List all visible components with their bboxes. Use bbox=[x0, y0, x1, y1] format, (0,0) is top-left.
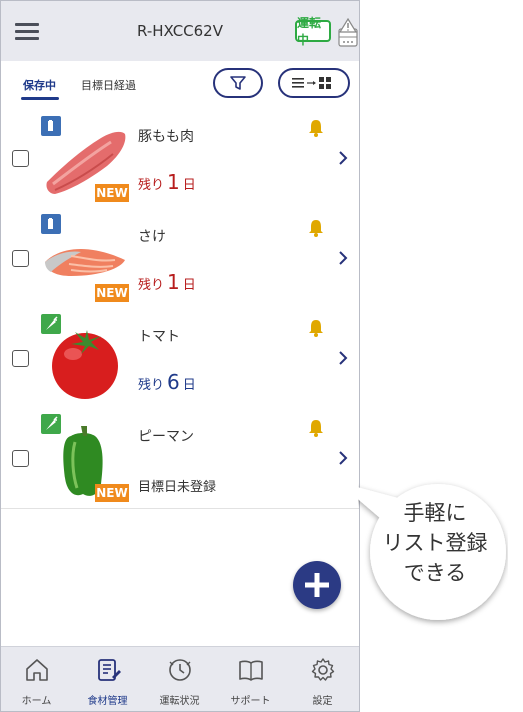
phone-screen: R-HXCC62V 運転中 保存中 目標日経過 NEW 豚もも肉 残り 1 日 … bbox=[0, 0, 360, 712]
remaining-days-number: 1 bbox=[167, 170, 180, 194]
home-icon bbox=[26, 659, 48, 681]
callout-line: 手軽に bbox=[403, 501, 467, 525]
nav-label: 食材管理 bbox=[87, 696, 128, 707]
nav-label: サポート bbox=[230, 696, 271, 707]
plus-icon bbox=[305, 573, 329, 597]
food-list-item[interactable]: NEW ピーマン 目標日未登録 bbox=[1, 408, 359, 509]
item-name: さけ bbox=[138, 229, 166, 245]
clock-icon bbox=[169, 659, 191, 681]
app-header: R-HXCC62V 運転中 bbox=[1, 1, 359, 61]
gear-icon bbox=[311, 658, 335, 681]
bottom-navigation: ホーム 食材管理 運転状況 サポート 設定 bbox=[1, 646, 359, 711]
no-target-date-text: 目標日未登録 bbox=[138, 480, 217, 495]
view-toggle-button[interactable] bbox=[278, 68, 350, 98]
food-list-item[interactable]: NEW 豚もも肉 残り 1 日 bbox=[1, 108, 359, 209]
item-checkbox[interactable] bbox=[12, 150, 29, 167]
item-name: 豚もも肉 bbox=[138, 129, 194, 145]
filter-button[interactable] bbox=[213, 68, 263, 98]
remaining-days: 残り 1 日 bbox=[138, 270, 196, 294]
food-management-icon bbox=[98, 659, 121, 681]
book-icon bbox=[239, 660, 263, 681]
list-to-grid-icon bbox=[292, 77, 331, 89]
nav-label: 設定 bbox=[312, 696, 333, 707]
new-badge: NEW bbox=[95, 184, 129, 202]
remaining-prefix: 残り bbox=[138, 378, 165, 393]
tomato-image bbox=[52, 330, 118, 399]
active-tab-indicator bbox=[21, 97, 59, 100]
new-badge: NEW bbox=[95, 284, 129, 302]
chevron-right-icon[interactable] bbox=[337, 350, 349, 366]
item-checkbox[interactable] bbox=[12, 450, 29, 467]
food-list-item[interactable]: NEW さけ 残り 1 日 bbox=[1, 208, 359, 309]
nav-operation-status[interactable]: 運転状況 bbox=[144, 647, 215, 711]
remaining-prefix: 残り bbox=[138, 278, 165, 293]
chevron-right-icon[interactable] bbox=[337, 150, 349, 166]
item-checkbox[interactable] bbox=[12, 250, 29, 267]
nav-label: 運転状況 bbox=[159, 696, 200, 707]
bell-icon[interactable] bbox=[307, 218, 325, 238]
remaining-suffix: 日 bbox=[182, 278, 196, 293]
food-list-item[interactable]: トマト 残り 6 日 bbox=[1, 308, 359, 409]
remaining-days: 残り 1 日 bbox=[138, 170, 196, 194]
nav-home[interactable]: ホーム bbox=[1, 647, 72, 711]
remaining-suffix: 日 bbox=[182, 178, 196, 193]
new-badge: NEW bbox=[95, 484, 129, 502]
tabs-bar: 保存中 目標日経過 bbox=[1, 61, 359, 109]
tab-storing[interactable]: 保存中 bbox=[23, 77, 56, 93]
remaining-days-number: 6 bbox=[167, 370, 180, 394]
nav-support[interactable]: サポート bbox=[215, 647, 286, 711]
item-checkbox[interactable] bbox=[12, 350, 29, 367]
filter-icon bbox=[230, 76, 246, 90]
nav-settings[interactable]: 設定 bbox=[287, 647, 358, 711]
fridge-warning-icon[interactable] bbox=[337, 18, 359, 48]
chevron-right-icon[interactable] bbox=[337, 450, 349, 466]
nav-food-management[interactable]: 食材管理 bbox=[72, 647, 143, 711]
bell-icon[interactable] bbox=[307, 318, 325, 338]
bell-icon[interactable] bbox=[307, 418, 325, 438]
remaining-days-number: 1 bbox=[167, 270, 180, 294]
chevron-right-icon[interactable] bbox=[337, 250, 349, 266]
nav-label: ホーム bbox=[21, 696, 52, 707]
bell-icon[interactable] bbox=[307, 118, 325, 138]
remaining-prefix: 残り bbox=[138, 178, 165, 193]
item-name: ピーマン bbox=[138, 429, 194, 445]
callout-line: リスト登録 bbox=[382, 531, 488, 555]
tab-past-target-date[interactable]: 目標日経過 bbox=[81, 77, 136, 93]
remaining-suffix: 日 bbox=[182, 378, 196, 393]
callout-text: 手軽に リスト登録 できる bbox=[360, 498, 510, 588]
running-status-badge: 運転中 bbox=[295, 16, 331, 47]
callout-line: できる bbox=[403, 561, 467, 585]
remaining-days: 残り 6 日 bbox=[138, 370, 196, 394]
item-name: トマト bbox=[138, 329, 180, 345]
add-item-button[interactable] bbox=[293, 561, 341, 609]
